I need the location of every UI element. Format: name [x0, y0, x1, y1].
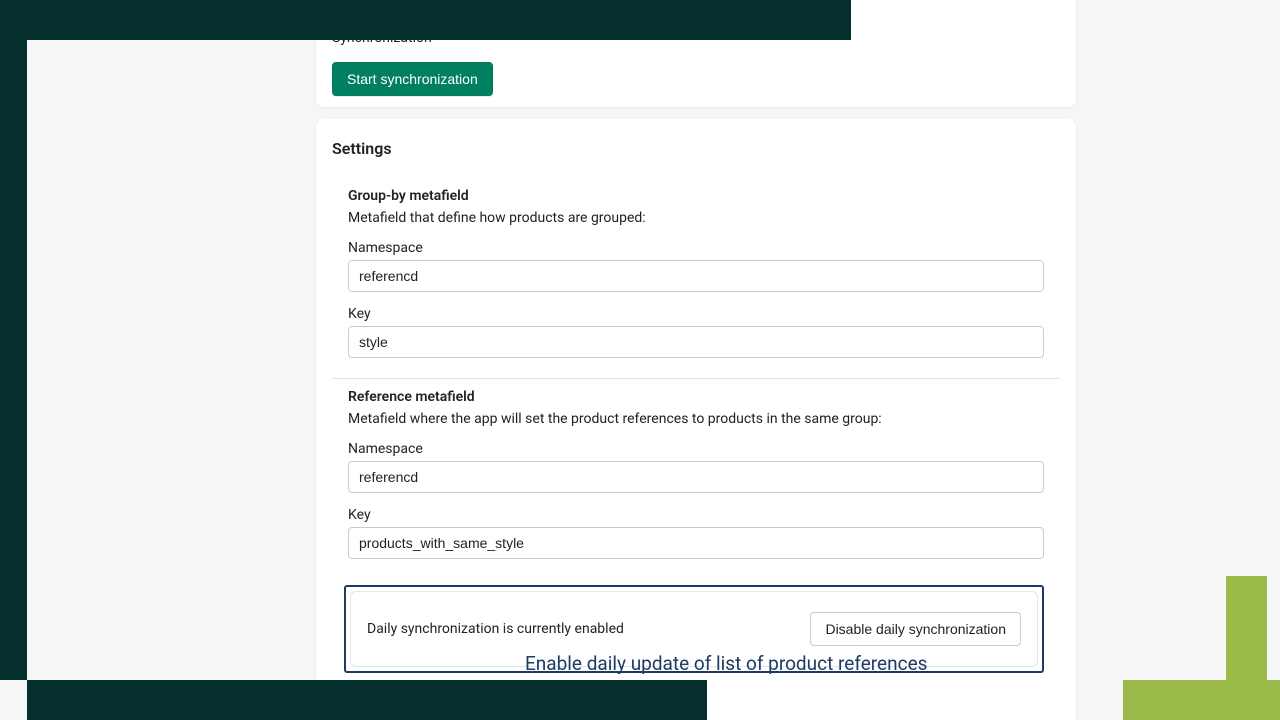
daily-sync-status: Daily synchronization is currently enabl… — [367, 621, 624, 637]
reference-namespace-label: Namespace — [348, 441, 1044, 457]
group-key-input[interactable] — [348, 326, 1044, 358]
overlay-top-bar — [0, 0, 851, 40]
group-by-heading: Group-by metafield — [348, 188, 1044, 204]
group-by-section: Group-by metafield Metafield that define… — [332, 178, 1060, 378]
reference-heading: Reference metafield — [348, 389, 1044, 405]
start-synchronization-button[interactable]: Start synchronization — [332, 62, 493, 96]
group-by-desc: Metafield that define how products are g… — [348, 210, 1044, 226]
overlay-left-bar — [0, 0, 27, 680]
group-namespace-input[interactable] — [348, 260, 1044, 292]
overlay-bottom-bar — [27, 680, 707, 720]
reference-key-input[interactable] — [348, 527, 1044, 559]
settings-title: Settings — [332, 139, 1060, 158]
settings-card: Settings Group-by metafield Metafield th… — [316, 119, 1076, 720]
group-key-label: Key — [348, 306, 1044, 322]
reference-desc: Metafield where the app will set the pro… — [348, 411, 1044, 427]
annotation-text: Enable daily update of list of product r… — [525, 652, 927, 675]
disable-daily-sync-button[interactable]: Disable daily synchronization — [810, 612, 1021, 646]
reference-key-label: Key — [348, 507, 1044, 523]
group-namespace-label: Namespace — [348, 240, 1044, 256]
overlay-green-horz — [1123, 680, 1280, 720]
reference-section: Reference metafield Metafield where the … — [332, 378, 1060, 579]
reference-namespace-input[interactable] — [348, 461, 1044, 493]
